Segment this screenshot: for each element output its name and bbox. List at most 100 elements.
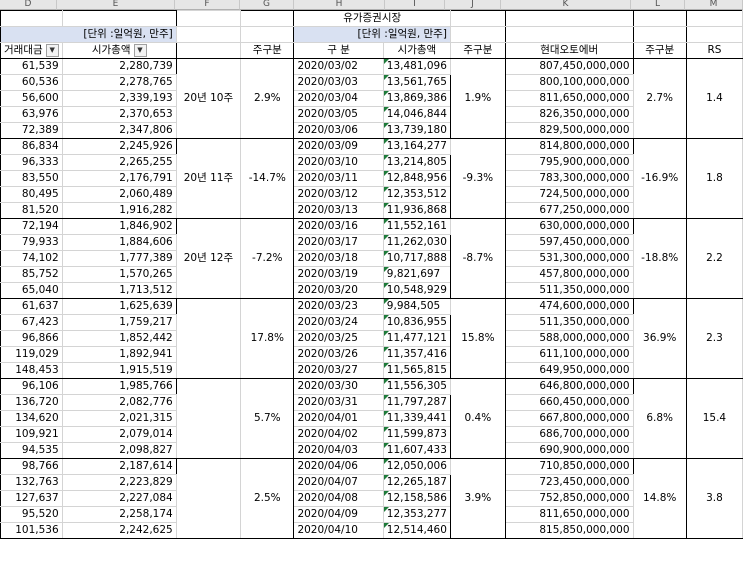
rs-cell[interactable]: 1.4	[685, 58, 743, 139]
market-cap-2-cell[interactable]: 11,607,433	[382, 442, 451, 459]
rs-cell[interactable]: 1.8	[685, 138, 743, 219]
rs-cell[interactable]: 2.3	[685, 298, 743, 379]
hyundai-autoever-cell[interactable]: 724,500,000,000	[504, 186, 634, 203]
weekly-change-cell[interactable]: 17.8%	[240, 298, 295, 379]
date-cell[interactable]: 2020/04/06	[293, 458, 384, 475]
market-cap-cell[interactable]: 2,370,653	[61, 106, 177, 123]
column-letter-i[interactable]: I	[385, 0, 445, 10]
hyundai-autoever-cell[interactable]: 511,350,000,000	[504, 314, 634, 331]
header-weekly-change[interactable]: 주구분	[240, 42, 295, 59]
hyundai-autoever-cell[interactable]: 710,850,000,000	[504, 458, 634, 475]
market-cap-2-cell[interactable]: 10,717,888	[382, 250, 451, 267]
weekly-change-cell[interactable]: 2.9%	[240, 58, 295, 139]
week-label-cell[interactable]	[175, 458, 242, 539]
weekly-change-3-cell[interactable]: 36.9%	[632, 298, 687, 379]
rs-cell[interactable]: 15.4	[685, 378, 743, 459]
weekly-change-cell[interactable]: 2.5%	[240, 458, 295, 539]
market-cap-2-cell[interactable]: 12,848,956	[382, 170, 451, 187]
date-cell[interactable]: 2020/03/11	[293, 170, 384, 187]
trade-value-cell[interactable]: 119,029	[0, 346, 63, 363]
date-cell[interactable]: 2020/03/19	[293, 266, 384, 283]
header-hyundai-autoever[interactable]: 현대오토에버	[504, 42, 634, 59]
cell-blank[interactable]	[0, 10, 63, 27]
cell-blank[interactable]	[175, 10, 242, 27]
market-cap-2-cell[interactable]: 11,565,815	[382, 362, 451, 379]
trade-value-cell[interactable]: 80,495	[0, 186, 63, 203]
market-cap-cell[interactable]: 2,082,776	[61, 394, 177, 411]
market-cap-2-cell[interactable]: 9,984,505	[382, 298, 451, 315]
date-cell[interactable]: 2020/04/02	[293, 426, 384, 443]
trade-value-cell[interactable]: 74,102	[0, 250, 63, 267]
cell-blank[interactable]	[240, 10, 295, 27]
market-cap-cell[interactable]: 1,759,217	[61, 314, 177, 331]
market-cap-cell[interactable]: 1,570,265	[61, 266, 177, 283]
trade-value-cell[interactable]: 65,040	[0, 282, 63, 299]
hyundai-autoever-cell[interactable]: 649,950,000,000	[504, 362, 634, 379]
market-cap-cell[interactable]: 2,060,489	[61, 186, 177, 203]
date-cell[interactable]: 2020/03/25	[293, 330, 384, 347]
date-cell[interactable]: 2020/04/08	[293, 490, 384, 507]
market-title[interactable]: 유가증권시장	[293, 10, 451, 27]
date-cell[interactable]: 2020/03/20	[293, 282, 384, 299]
header-trade-value[interactable]: 거래대금 ▼	[0, 42, 63, 59]
trade-value-cell[interactable]: 101,536	[0, 522, 63, 539]
market-cap-2-cell[interactable]: 13,214,805	[382, 154, 451, 171]
cell-blank[interactable]	[240, 26, 295, 43]
date-cell[interactable]: 2020/03/18	[293, 250, 384, 267]
market-cap-cell[interactable]: 2,021,315	[61, 410, 177, 427]
date-cell[interactable]: 2020/03/23	[293, 298, 384, 315]
trade-value-cell[interactable]: 95,520	[0, 506, 63, 523]
trade-value-cell[interactable]: 61,539	[0, 58, 63, 75]
trade-value-cell[interactable]: 86,834	[0, 138, 63, 155]
trade-value-cell[interactable]: 96,333	[0, 154, 63, 171]
weekly-change-cell[interactable]: 5.7%	[240, 378, 295, 459]
column-letter-f[interactable]: F	[175, 0, 240, 10]
market-cap-2-cell[interactable]: 13,481,096	[382, 58, 451, 75]
market-cap-cell[interactable]: 1,625,639	[61, 298, 177, 315]
market-cap-cell[interactable]: 2,347,806	[61, 122, 177, 139]
date-cell[interactable]: 2020/03/30	[293, 378, 384, 395]
market-cap-cell[interactable]: 1,852,442	[61, 330, 177, 347]
date-cell[interactable]: 2020/03/24	[293, 314, 384, 331]
date-cell[interactable]: 2020/03/03	[293, 74, 384, 91]
trade-value-cell[interactable]: 109,921	[0, 426, 63, 443]
cell-blank[interactable]	[504, 10, 634, 27]
weekly-change-3-cell[interactable]: 14.8%	[632, 458, 687, 539]
market-cap-2-cell[interactable]: 14,046,844	[382, 106, 451, 123]
hyundai-autoever-cell[interactable]: 588,000,000,000	[504, 330, 634, 347]
weekly-change-2-cell[interactable]: -9.3%	[449, 138, 506, 219]
date-cell[interactable]: 2020/03/05	[293, 106, 384, 123]
date-cell[interactable]: 2020/03/27	[293, 362, 384, 379]
trade-value-cell[interactable]: 96,866	[0, 330, 63, 347]
trade-value-cell[interactable]: 132,763	[0, 474, 63, 491]
trade-value-cell[interactable]: 148,453	[0, 362, 63, 379]
trade-value-cell[interactable]: 94,535	[0, 442, 63, 459]
date-cell[interactable]: 2020/04/09	[293, 506, 384, 523]
market-cap-cell[interactable]: 2,176,791	[61, 170, 177, 187]
weekly-change-2-cell[interactable]: 3.9%	[449, 458, 506, 539]
header-weekly-change-2[interactable]: 주구분	[449, 42, 506, 59]
hyundai-autoever-cell[interactable]: 690,900,000,000	[504, 442, 634, 459]
market-cap-cell[interactable]: 2,098,827	[61, 442, 177, 459]
cell-blank[interactable]	[685, 26, 743, 43]
header-market-cap[interactable]: 시가총액 ▼	[61, 42, 177, 59]
market-cap-cell[interactable]: 2,280,739	[61, 58, 177, 75]
week-label-cell[interactable]: 20년 12주	[175, 218, 242, 299]
date-cell[interactable]: 2020/03/13	[293, 202, 384, 219]
market-cap-2-cell[interactable]: 10,548,929	[382, 282, 451, 299]
date-cell[interactable]: 2020/04/10	[293, 522, 384, 539]
market-cap-2-cell[interactable]: 11,556,305	[382, 378, 451, 395]
cell-blank[interactable]	[449, 26, 506, 43]
market-cap-2-cell[interactable]: 12,353,277	[382, 506, 451, 523]
market-cap-cell[interactable]: 1,892,941	[61, 346, 177, 363]
weekly-change-3-cell[interactable]: 6.8%	[632, 378, 687, 459]
market-cap-2-cell[interactable]: 11,552,161	[382, 218, 451, 235]
cell-blank[interactable]	[632, 10, 687, 27]
date-cell[interactable]: 2020/03/16	[293, 218, 384, 235]
header-period[interactable]: 구 분	[293, 42, 384, 59]
unit-label-right[interactable]: [단위 :일억원, 만주]	[293, 26, 451, 43]
weekly-change-2-cell[interactable]: 15.8%	[449, 298, 506, 379]
hyundai-autoever-cell[interactable]: 457,800,000,000	[504, 266, 634, 283]
column-letter-e[interactable]: E	[57, 0, 175, 10]
header-market-cap-2[interactable]: 시가총액	[382, 42, 451, 59]
